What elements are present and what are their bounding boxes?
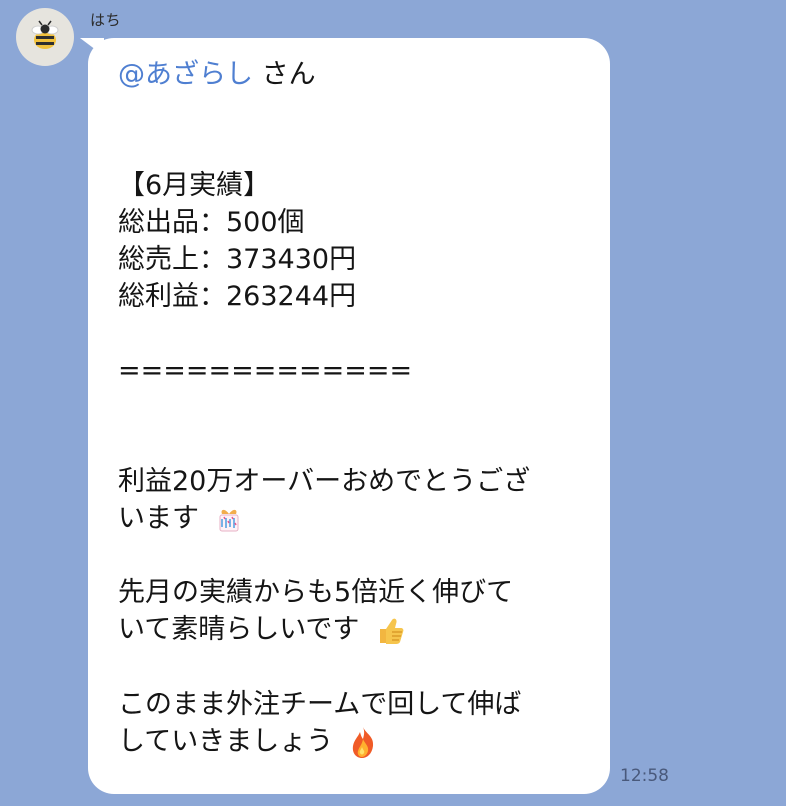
fire-icon — [352, 727, 373, 758]
message-bubble[interactable]: @あざらし さん 【6月実績】 総出品：500個 総売上：373430円 総利益… — [88, 38, 610, 794]
mention-link[interactable]: @あざらし — [118, 59, 253, 90]
avatar[interactable] — [16, 8, 74, 66]
growth-line-1: 先月の実績からも5倍近く伸びて — [118, 577, 514, 608]
congrats-line-2: います — [118, 500, 586, 537]
results-item-sales: 総売上：373430円 — [118, 244, 357, 275]
mention-suffix: さん — [253, 59, 316, 90]
divider-text: ============= — [118, 355, 413, 386]
message-text: @あざらし さん 【6月実績】 総出品：500個 総売上：373430円 総利益… — [118, 56, 586, 760]
bee-icon — [31, 20, 59, 49]
thumbs-up-icon — [379, 618, 404, 644]
closing-line-2: していきましょう — [118, 723, 586, 761]
congrats-line-2-text: います — [118, 503, 199, 534]
results-item-listings: 総出品：500個 — [118, 207, 305, 238]
closing-line-1: このまま外注チームで回して伸ば — [118, 688, 522, 720]
growth-line-2: いて素晴らしいです — [118, 611, 586, 649]
congrats-line-1: 利益20万オーバーおめでとうござ — [118, 466, 531, 497]
closing-line-2-text: していきましょう — [118, 725, 334, 757]
mention-line: @あざらし さん — [118, 56, 586, 93]
results-item-profit: 総利益：263244円 — [118, 281, 357, 312]
results-title: 【6月実績】 — [118, 170, 271, 201]
gift-confetti-icon — [219, 509, 239, 531]
growth-line-2-text: いて素晴らしいです — [118, 614, 360, 645]
sender-name: はち — [90, 11, 122, 29]
chat-window: はち @あざらし さん 【6月実績】 総出品：500個 総売上：373430円 … — [0, 0, 786, 806]
message-timestamp: 12:58 — [620, 766, 669, 786]
